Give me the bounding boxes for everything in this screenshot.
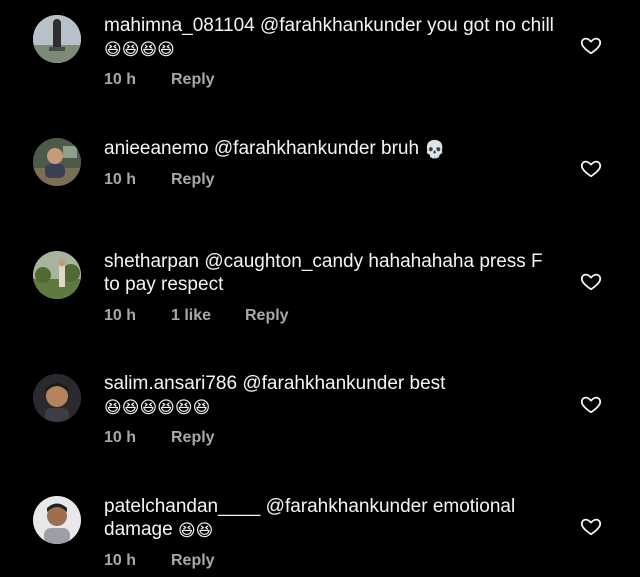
emoji-group: 😆😆😆😆 [104,40,175,60]
heart-outline-icon[interactable] [580,270,602,292]
portrait-avatar [33,496,81,544]
comment-time: 10 h [104,171,137,188]
skull-emoji: 💀 [424,140,446,160]
avatar[interactable] [33,15,81,63]
comment-meta: 10 h Reply [104,551,215,571]
avatar[interactable] [33,138,81,186]
reply-button[interactable]: Reply [171,70,215,90]
avatar[interactable] [33,251,81,299]
person-avatar [33,138,81,186]
comment-body: @farahkhankunder bruh [208,138,425,159]
reply-button[interactable]: Reply [245,306,289,326]
statue-avatar [33,15,81,63]
comment-text: patelchandan____ @farahkhankunder emotio… [104,495,554,541]
avatar[interactable] [33,374,81,422]
comment-meta: 10 h Reply [104,428,215,448]
comment-time: 10 h [104,429,137,446]
heart-outline-icon[interactable] [580,515,602,537]
reply-button[interactable]: Reply [171,170,215,190]
heart-outline-icon[interactable] [580,393,602,415]
comment-body: @farahkhankunder best [237,373,446,394]
comment-meta: 10 h 1 like Reply [104,306,289,326]
reply-button[interactable]: Reply [171,551,215,571]
comment-meta: 10 h Reply [104,70,215,90]
like-count[interactable]: 1 like [171,306,245,326]
comment-username[interactable]: shetharpan [104,251,199,272]
reply-button[interactable]: Reply [171,428,215,448]
heart-outline-icon[interactable] [580,157,602,179]
avatar[interactable] [33,496,81,544]
comment-username[interactable]: mahimna_081104 [104,15,255,36]
comment-username[interactable]: anieeanemo [104,138,209,159]
comment-text: mahimna_081104 @farahkhankunder you got … [104,14,554,60]
comment-text: anieeanemo @farahkhankunder bruh 💀 [104,137,554,160]
comment-time: 10 h [104,552,137,569]
comment-username[interactable]: salim.ansari786 [104,373,237,394]
emoji-group: 😆😆😆😆😆😆 [104,398,211,418]
comment-time: 10 h [104,71,137,88]
comment-username[interactable]: patelchandan____ [104,496,260,517]
heart-outline-icon[interactable] [580,34,602,56]
emoji-group: 😆😆 [177,521,214,541]
comment-time: 10 h [104,307,137,324]
comment-meta: 10 h Reply [104,170,215,190]
comment-text: shetharpan @caughton_candy hahahahaha pr… [104,250,554,296]
comment-body: @farahkhankunder you got no chill [254,15,554,36]
selfie-avatar [33,374,81,422]
landscape-avatar [33,251,81,299]
comment-text: salim.ansari786 @farahkhankunder best 😆😆… [104,372,554,418]
